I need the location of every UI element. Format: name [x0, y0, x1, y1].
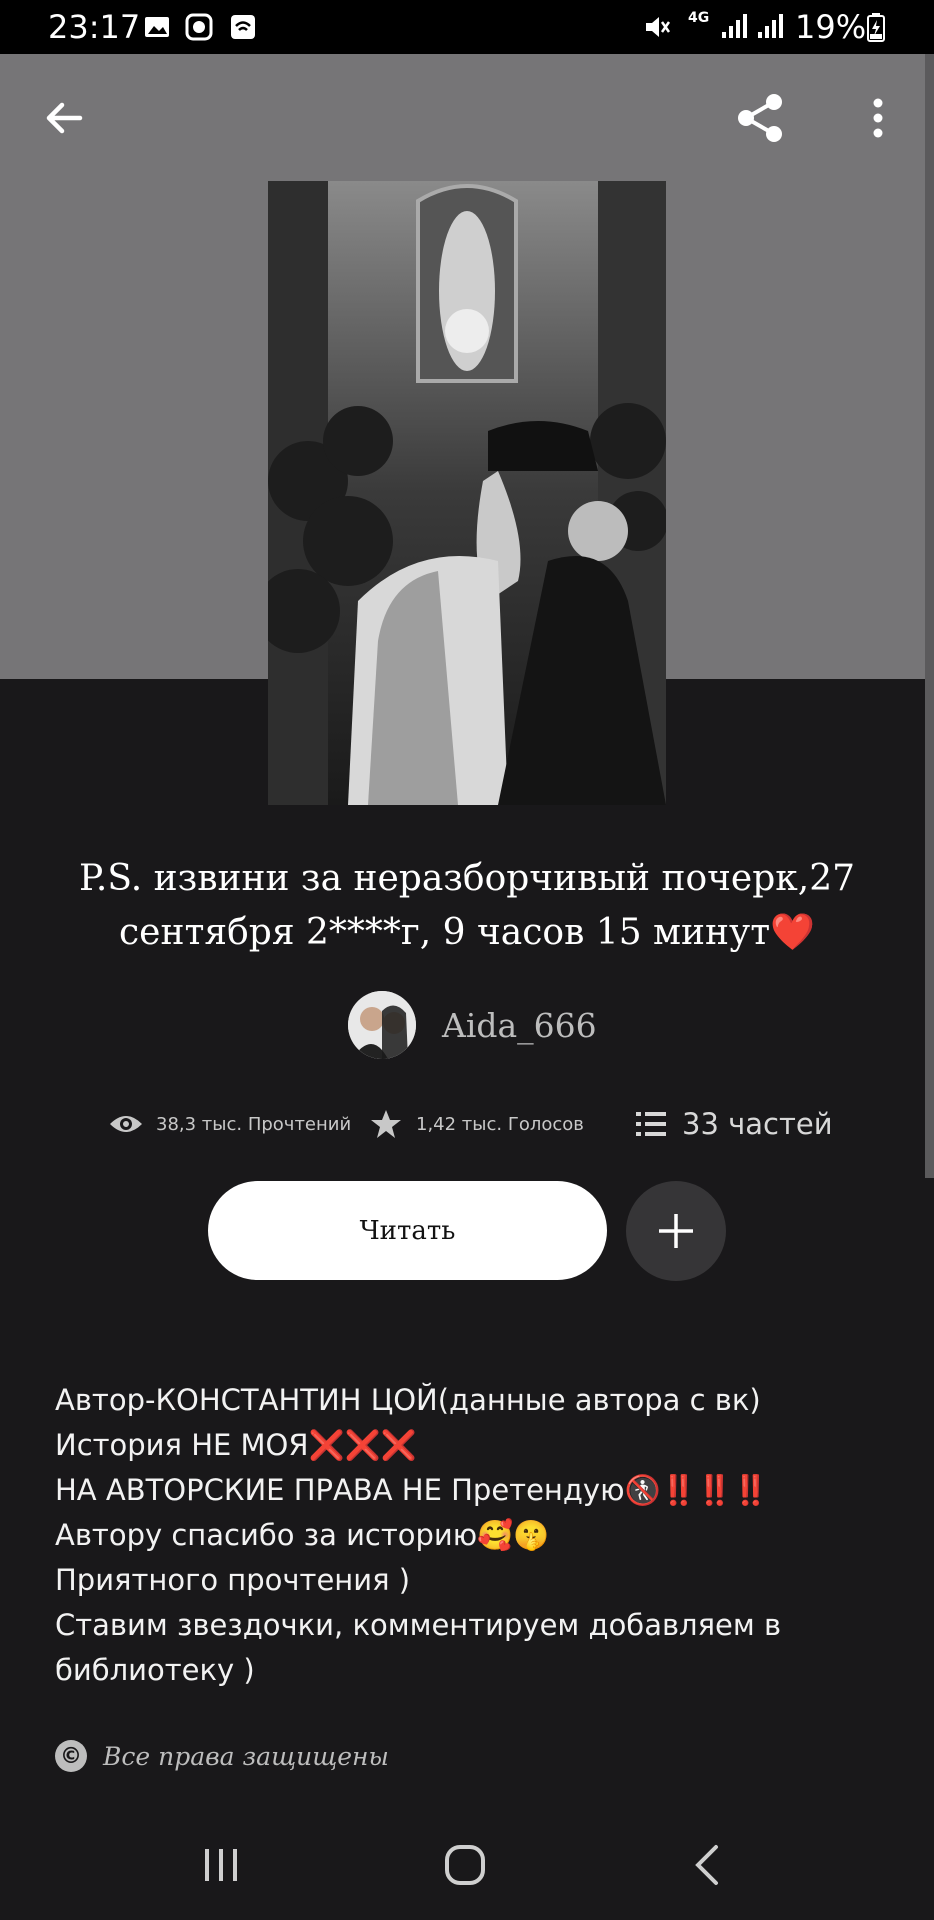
back-button[interactable] [34, 88, 94, 148]
story-title: P.S. извини за неразборчивый почерк,27 с… [60, 852, 874, 960]
copyright-notice: © Все права защищены [55, 1740, 389, 1772]
list-icon [636, 1112, 666, 1136]
scroll-indicator[interactable] [925, 54, 934, 1178]
story-cover-image[interactable] [268, 181, 666, 805]
description-text: НА АВТОРСКИЕ ПРАВА НЕ Претендую [55, 1473, 625, 1507]
description-line: Автор-КОНСТАНТИН ЦОЙ(данные автора с вк) [55, 1383, 761, 1417]
share-icon [738, 94, 782, 142]
heart-emoji: ❤️ [770, 912, 815, 953]
parts-stat[interactable]: 33 частей [636, 1098, 833, 1150]
signal-2-icon [758, 14, 783, 38]
story-description: Автор-КОНСТАНТИН ЦОЙ(данные автора с вк)… [55, 1378, 895, 1693]
mute-icon [646, 17, 671, 37]
read-button[interactable]: Читать [208, 1181, 607, 1280]
wifi-calling-icon [231, 15, 255, 39]
back-nav-button[interactable] [672, 1830, 742, 1900]
star-icon [371, 1110, 401, 1138]
story-title-text: P.S. извини за неразборчивый почерк,27 с… [78, 858, 856, 953]
download-icon [185, 13, 213, 41]
reads-stat: 38,3 тыс. Прочтений [108, 1098, 351, 1150]
gallery-icon [145, 17, 169, 37]
network-type: 4G [688, 10, 710, 26]
cross-mark-emoji: ❌❌❌ [308, 1428, 417, 1462]
warning-emoji: 🚷‼️‼️‼️ [624, 1473, 769, 1507]
parts-count: 33 частей [682, 1107, 833, 1141]
reads-count: 38,3 тыс. Прочтений [156, 1113, 352, 1135]
avatar-image [348, 991, 416, 1059]
recents-icon [205, 1849, 237, 1881]
signal-icon [722, 14, 747, 38]
battery-percent: 19% [795, 8, 867, 46]
author-link[interactable]: Aida_666 [348, 990, 597, 1060]
copyright-icon: © [55, 1740, 87, 1772]
arrow-left-icon [46, 102, 83, 134]
system-nav-bar [0, 1812, 934, 1920]
share-button[interactable] [730, 88, 790, 148]
description-line: НА АВТОРСКИЕ ПРАВА НЕ Претендую🚷‼️‼️‼️ [55, 1468, 895, 1513]
description-line: История НЕ МОЯ❌❌❌ [55, 1423, 895, 1468]
votes-count: 1,42 тыс. Голосов [416, 1113, 584, 1135]
home-icon [445, 1845, 485, 1885]
smile-emoji: 🥰🤫 [477, 1518, 550, 1552]
description-line: Ставим звездочки, комментируем добавляем… [55, 1608, 791, 1687]
home-button[interactable] [430, 1830, 500, 1900]
avatar [348, 991, 416, 1059]
status-bar: 23:17 4G 19% [0, 0, 934, 54]
more-vertical-icon [873, 98, 883, 138]
more-options-button[interactable] [848, 88, 908, 148]
description-text: История НЕ МОЯ [55, 1428, 309, 1462]
cover-photo [268, 181, 666, 805]
recent-apps-button[interactable] [186, 1830, 256, 1900]
battery-charging-icon [867, 13, 885, 42]
eye-icon [110, 1116, 142, 1132]
status-time: 23:17 [48, 8, 141, 46]
description-line: Приятного прочтения ) [55, 1563, 411, 1597]
author-name: Aida_666 [442, 1005, 597, 1045]
chevron-left-icon [695, 1845, 718, 1885]
description-line: Автору спасибо за историю🥰🤫 [55, 1513, 895, 1558]
add-to-library-button[interactable] [626, 1181, 726, 1281]
votes-stat: 1,42 тыс. Голосов [370, 1098, 584, 1150]
plus-icon [659, 1214, 693, 1248]
copyright-text: Все права защищены [103, 1741, 389, 1771]
description-text: Автору спасибо за историю [55, 1518, 478, 1552]
